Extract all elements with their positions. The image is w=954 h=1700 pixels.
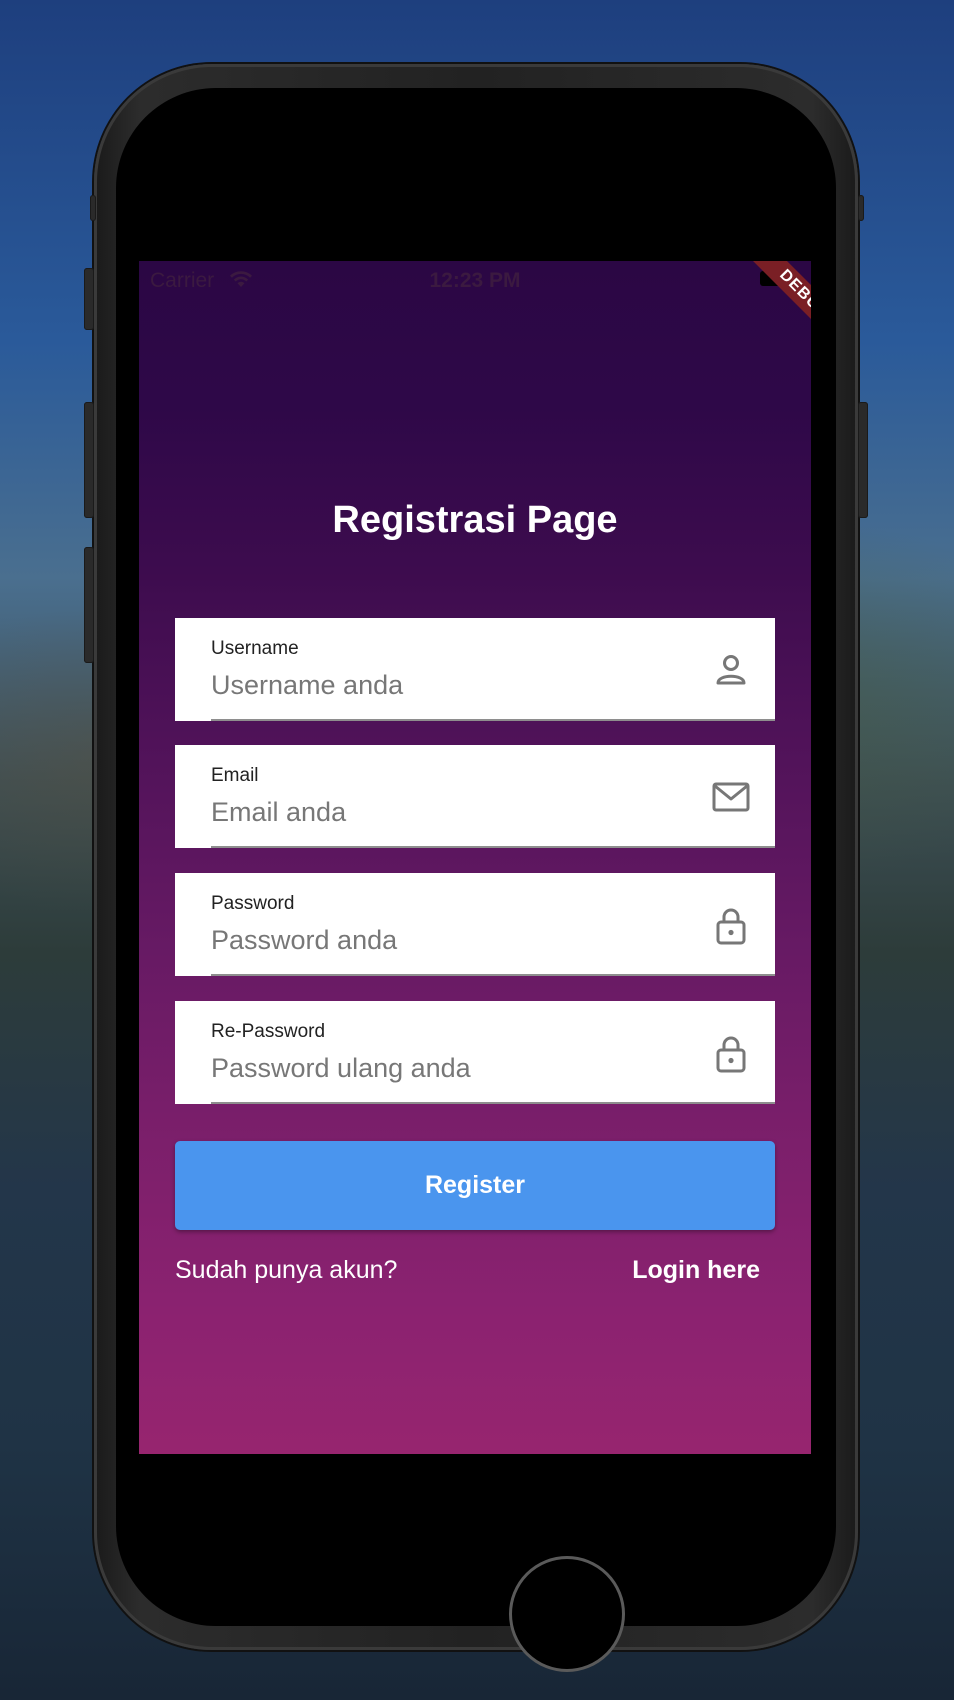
- volume-up-button: [84, 402, 94, 518]
- re-password-underline: [211, 1102, 775, 1104]
- password-label: Password: [211, 893, 295, 914]
- mail-icon: [712, 782, 750, 812]
- password-underline: [211, 974, 775, 976]
- volume-down-button: [84, 547, 94, 663]
- frame-notch-left: [90, 195, 96, 221]
- username-label: Username: [211, 638, 299, 659]
- frame-notch-right: [858, 195, 864, 221]
- re-password-label: Re-Password: [211, 1021, 326, 1042]
- username-underline: [211, 719, 775, 721]
- login-here-link[interactable]: Login here: [632, 1256, 760, 1285]
- home-button[interactable]: [509, 1556, 625, 1672]
- mute-switch: [84, 268, 94, 330]
- re-password-placeholder: Password ulang anda: [211, 1053, 471, 1083]
- email-field[interactable]: Email Email anda: [175, 745, 775, 848]
- email-placeholder: Email anda: [211, 797, 347, 827]
- status-bar: Carrier 12:23 PM: [139, 261, 811, 299]
- email-underline: [211, 846, 775, 848]
- lock-icon: [716, 1036, 746, 1073]
- register-button[interactable]: Register: [175, 1141, 775, 1230]
- re-password-field[interactable]: Re-Password Password ulang anda: [175, 1001, 775, 1104]
- have-account-text: Sudah punya akun?: [175, 1256, 398, 1284]
- email-label: Email: [211, 765, 259, 786]
- password-placeholder: Password anda: [211, 925, 398, 955]
- clock: 12:23 PM: [429, 269, 521, 292]
- power-button: [858, 402, 868, 518]
- lock-icon: [716, 908, 746, 945]
- app-screen: Carrier 12:23 PM DEBUG Registrasi Page U…: [139, 261, 811, 1454]
- page-title: Registrasi Page: [332, 499, 618, 541]
- username-field[interactable]: Username Username anda: [175, 618, 775, 721]
- person-icon: [716, 655, 746, 685]
- username-placeholder: Username anda: [211, 670, 404, 700]
- password-field[interactable]: Password Password anda: [175, 873, 775, 976]
